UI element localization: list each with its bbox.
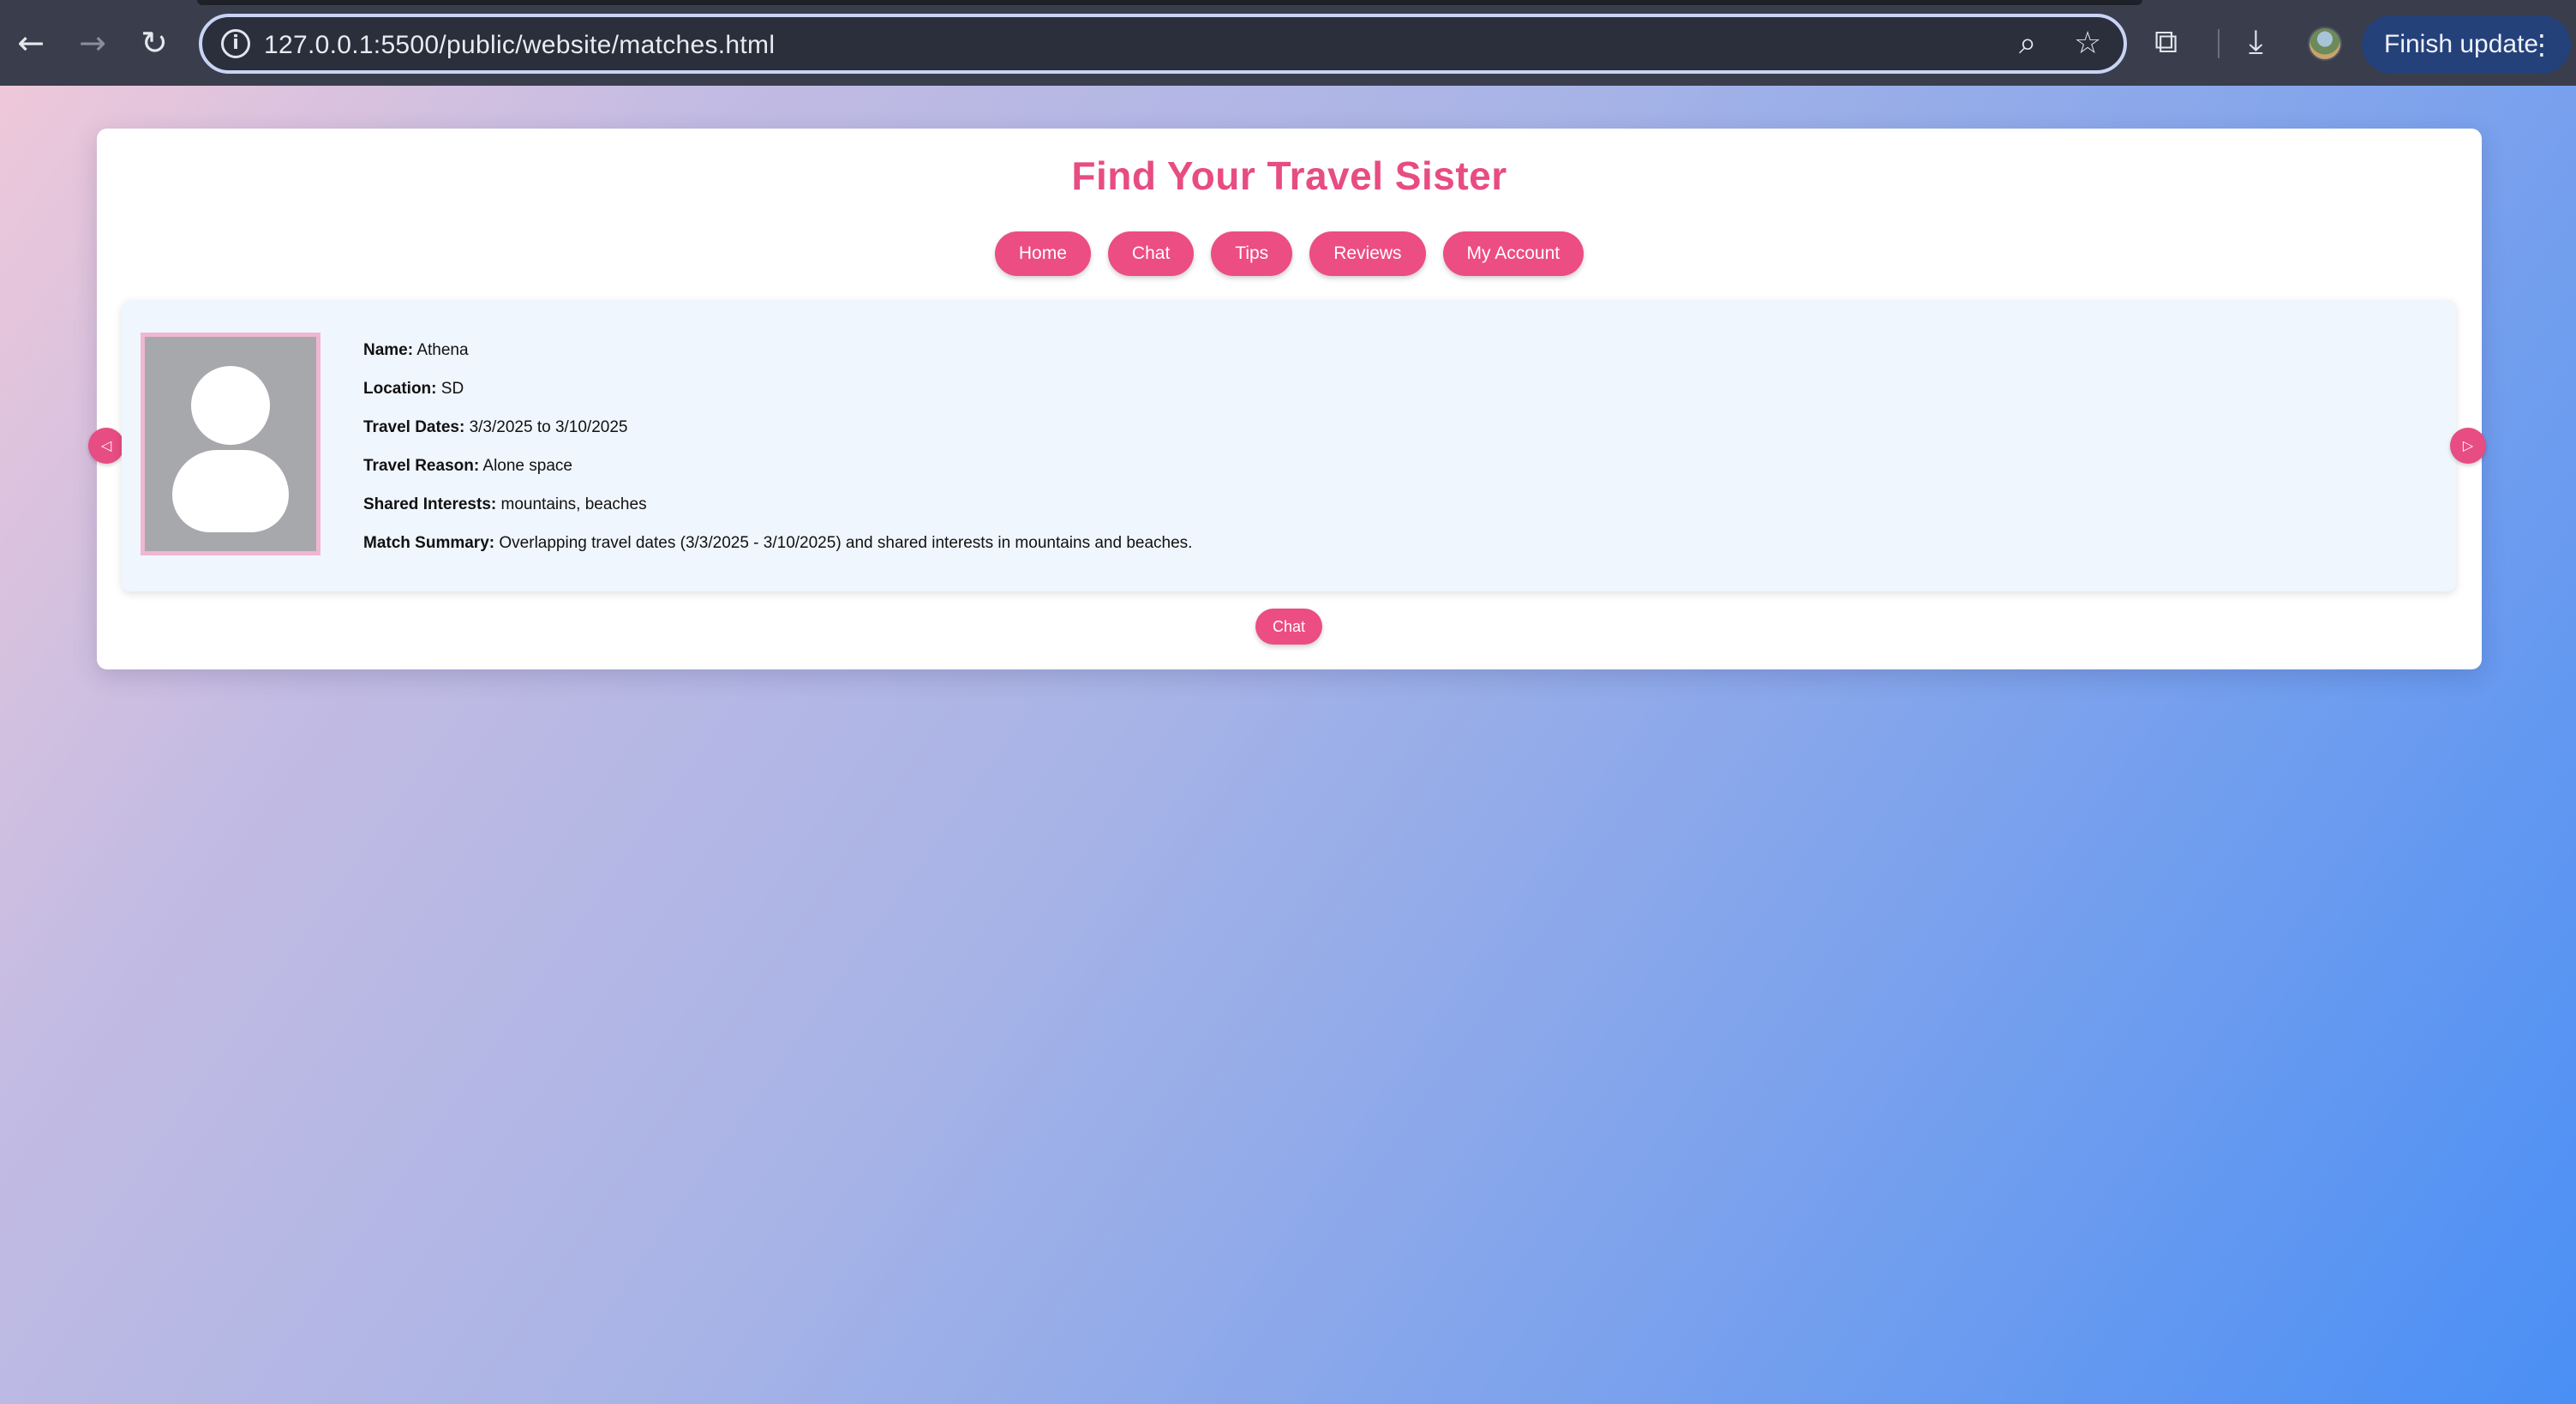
next-match-button[interactable]: ▷ bbox=[2450, 428, 2486, 464]
finish-update-label: Finish update bbox=[2384, 30, 2539, 58]
detail-value: SD bbox=[440, 380, 464, 398]
nav-reviews-button[interactable]: Reviews bbox=[1309, 231, 1426, 276]
zoom-icon[interactable]: ⌕ bbox=[2019, 26, 2036, 62]
profile-photo-placeholder bbox=[141, 333, 321, 555]
browser-toolbar: ← → ↻ i 127.0.0.1:5500/public/website/ma… bbox=[0, 0, 2576, 86]
toolbar-divider bbox=[2218, 29, 2220, 58]
url-text[interactable]: 127.0.0.1:5500/public/website/matches.ht… bbox=[264, 31, 775, 60]
detail-label: Name: bbox=[363, 341, 414, 359]
chat-with-match-button[interactable]: Chat bbox=[1255, 609, 1323, 645]
triangle-right-icon: ▷ bbox=[2462, 437, 2474, 453]
back-icon[interactable]: ← bbox=[10, 22, 51, 63]
triangle-left-icon: ◁ bbox=[100, 437, 112, 453]
detail-value: Overlapping travel dates (3/3/2025 - 3/1… bbox=[499, 534, 1193, 552]
reload-icon[interactable]: ↻ bbox=[134, 22, 175, 63]
info-icon[interactable]: i bbox=[221, 29, 250, 58]
detail-value: Athena bbox=[416, 341, 469, 359]
detail-label: Match Summary: bbox=[363, 534, 495, 552]
nav-my-account-button[interactable]: My Account bbox=[1442, 231, 1585, 276]
detail-row-match-summary: Match Summary: Overlapping travel dates … bbox=[363, 534, 1192, 573]
star-icon[interactable]: ☆ bbox=[2074, 26, 2101, 61]
detail-row-shared-interests: Shared Interests: mountains, beaches bbox=[363, 495, 1192, 534]
nav-chat-button[interactable]: Chat bbox=[1107, 231, 1195, 276]
download-icon[interactable]: ⤓ bbox=[2249, 22, 2263, 61]
profile-avatar[interactable] bbox=[2308, 27, 2342, 61]
matches-container: Find Your Travel Sister Home Chat Tips R… bbox=[88, 129, 2486, 669]
detail-label: Travel Dates: bbox=[363, 418, 465, 436]
kebab-icon[interactable]: ⋮ bbox=[2528, 15, 2555, 74]
match-details: Name: Athena Location: SD Travel Dates: … bbox=[363, 341, 1192, 573]
detail-value: 3/3/2025 to 3/10/2025 bbox=[469, 418, 628, 436]
user-silhouette-icon bbox=[191, 366, 270, 445]
detail-label: Shared Interests: bbox=[363, 495, 497, 513]
detail-value: mountains, beaches bbox=[500, 495, 647, 513]
detail-label: Location: bbox=[363, 380, 437, 398]
detail-row-name: Name: Athena bbox=[363, 341, 1192, 380]
user-silhouette-body bbox=[172, 450, 289, 532]
previous-match-button[interactable]: ◁ bbox=[88, 428, 124, 464]
page-title: Find Your Travel Sister bbox=[1071, 153, 1507, 198]
detail-row-travel-dates: Travel Dates: 3/3/2025 to 3/10/2025 bbox=[363, 418, 1192, 457]
main-nav: Home Chat Tips Reviews My Account bbox=[97, 231, 2482, 276]
detail-value: Alone space bbox=[482, 457, 572, 475]
address-bar[interactable]: i 127.0.0.1:5500/public/website/matches.… bbox=[199, 14, 2127, 74]
puzzle-icon[interactable]: ⧉ bbox=[2154, 22, 2178, 61]
detail-row-travel-reason: Travel Reason: Alone space bbox=[363, 457, 1192, 495]
match-card: Name: Athena Location: SD Travel Dates: … bbox=[122, 300, 2456, 591]
finish-update-button[interactable]: Finish update ⋮ bbox=[2362, 15, 2571, 74]
nav-home-button[interactable]: Home bbox=[994, 231, 1091, 276]
nav-tips-button[interactable]: Tips bbox=[1211, 231, 1293, 276]
forward-icon[interactable]: → bbox=[72, 22, 113, 63]
tab-strip bbox=[197, 0, 2142, 5]
detail-label: Travel Reason: bbox=[363, 457, 480, 475]
detail-row-location: Location: SD bbox=[363, 380, 1192, 418]
